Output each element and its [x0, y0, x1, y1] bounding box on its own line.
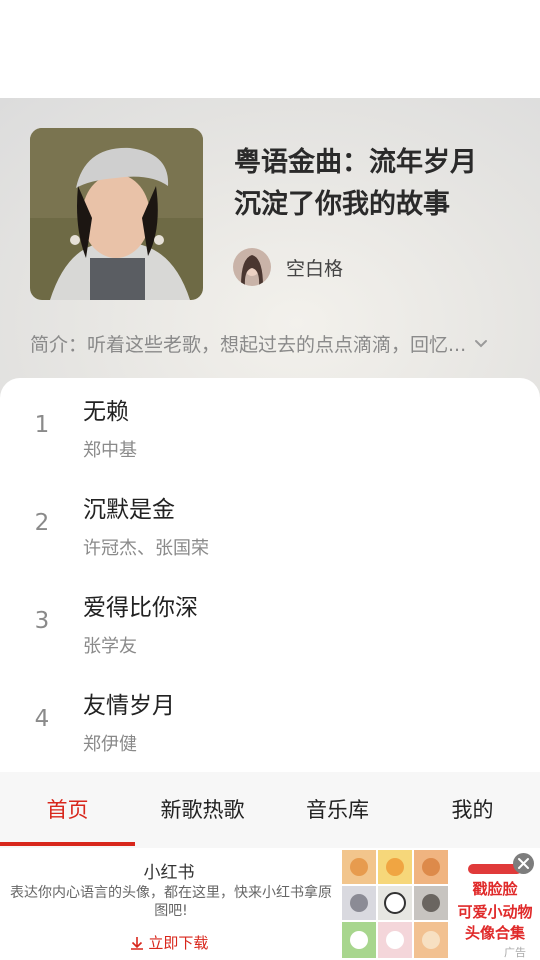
ad-close-button[interactable]	[513, 853, 534, 874]
ad-image-line2: 可爱小动物	[457, 903, 532, 921]
creator-info[interactable]: 空白格	[233, 248, 343, 286]
song-title: 沉默是金	[83, 497, 175, 523]
creator-name[interactable]: 空白格	[286, 254, 343, 281]
ad-download-button[interactable]: 立即下载	[0, 932, 338, 953]
ad-cta-label: 立即下载	[148, 934, 209, 952]
cover-image	[30, 128, 203, 300]
song-artist: 张学友	[83, 636, 137, 657]
song-artist: 郑中基	[83, 440, 137, 461]
active-tab-indicator	[0, 842, 135, 846]
song-index: 3	[34, 608, 50, 634]
ad-image-line3: 头像合集	[465, 924, 526, 942]
tab-home[interactable]: 首页	[0, 772, 135, 848]
ad-brand: 小红书	[143, 863, 195, 883]
song-index: 4	[34, 706, 50, 732]
intro-text: 简介：听着这些老歌，想起过去的点点滴滴，回忆...	[30, 334, 467, 356]
song-artist: 郑伊健	[83, 734, 137, 755]
ad-label: 广告	[504, 946, 526, 959]
song-list: 1 无赖 郑中基 2 沉默是金 许冠杰、张国荣 3 爱得比你深 张学友 4 友情…	[0, 378, 540, 772]
song-row[interactable]: 1 无赖 郑中基	[0, 378, 540, 476]
ad-image-line1: 戳脸脸	[472, 880, 518, 898]
playlist-title: 粤语金曲：流年岁月 沉淀了你我的故事	[234, 142, 514, 226]
avatar[interactable]	[233, 248, 271, 286]
bottom-tab-bar: 首页 新歌热歌 音乐库 我的	[0, 772, 540, 848]
chevron-down-icon[interactable]	[474, 337, 488, 351]
playlist-cover[interactable]	[30, 128, 203, 300]
song-index: 1	[34, 412, 50, 438]
song-row[interactable]: 3 爱得比你深 张学友	[0, 574, 540, 672]
close-icon	[518, 858, 529, 869]
tab-music-library[interactable]: 音乐库	[270, 772, 405, 848]
song-title: 爱得比你深	[83, 595, 198, 621]
status-area	[0, 0, 540, 98]
playlist-title-line1: 粤语金曲：流年岁月	[234, 147, 477, 178]
avatar-image	[233, 248, 271, 286]
song-title: 无赖	[83, 399, 129, 425]
song-row[interactable]: 2 沉默是金 许冠杰、张国荣	[0, 476, 540, 574]
tab-mine[interactable]: 我的	[405, 772, 540, 848]
playlist-title-line2: 沉淀了你我的故事	[234, 189, 450, 220]
ad-description: 表达你内心语言的头像，都在这里，快来小红书拿原图吧!	[10, 885, 332, 919]
song-artist: 许冠杰、张国荣	[83, 538, 209, 559]
song-title: 友情岁月	[83, 693, 175, 719]
tab-new-hot-songs[interactable]: 新歌热歌	[135, 772, 270, 848]
playlist-intro[interactable]: 简介：听着这些老歌，想起过去的点点滴滴，回忆...	[30, 330, 510, 357]
song-index: 2	[34, 510, 50, 536]
song-row[interactable]: 4 友情岁月 郑伊健	[0, 672, 540, 770]
download-arrow-icon	[130, 937, 143, 950]
